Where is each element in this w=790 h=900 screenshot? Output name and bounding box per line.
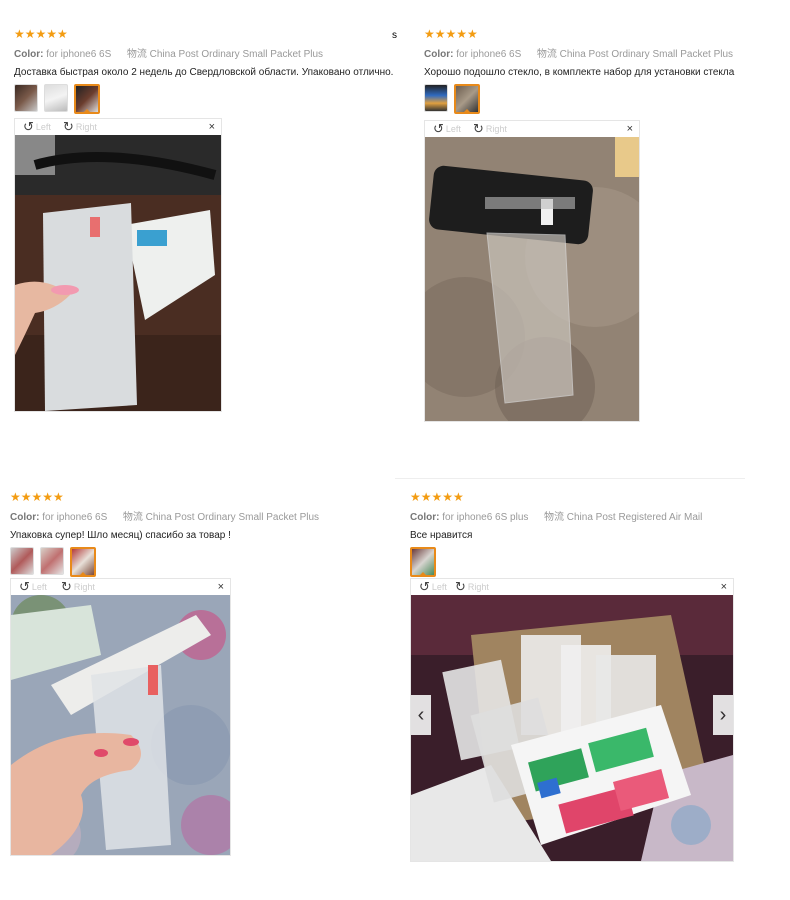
previous-image-button[interactable]: ‹ xyxy=(411,695,431,735)
review-card-4: ★★★★★ Color: for iphone6 6S plus 物流 Chin… xyxy=(410,491,702,577)
review-text: Доставка быстрая около 2 недель до Сверд… xyxy=(14,67,394,78)
rotate-left-label: Left xyxy=(445,123,461,134)
rotate-left-icon: ↺ xyxy=(433,121,444,136)
rotate-right-button[interactable]: ↻ Right xyxy=(61,580,95,593)
shipping-method: China Post Registered Air Mail xyxy=(566,512,703,523)
rotate-right-icon: ↻ xyxy=(61,579,72,594)
rotate-left-label: Left xyxy=(35,121,51,132)
viewer-toolbar: ↺ Left ↻ Right × xyxy=(11,579,230,595)
rotate-left-label: Left xyxy=(431,581,447,592)
color-label: Color: xyxy=(14,49,44,60)
review-text: Хорошо подошло стекло, в комплекте набор… xyxy=(424,67,735,78)
star-rating: ★★★★★ xyxy=(424,27,478,41)
shipping-method: China Post Ordinary Small Packet Plus xyxy=(145,512,320,523)
image-viewer: ↺ Left ↻ Right × xyxy=(424,120,640,422)
review-thumbnail[interactable] xyxy=(10,547,34,575)
shipping-prefix: 物流 xyxy=(543,512,564,523)
image-viewer: ↺ Left ↻ Right × xyxy=(410,578,734,862)
color-label: Color: xyxy=(10,512,40,523)
rotate-right-icon: ↻ xyxy=(473,121,484,136)
review-thumbnails xyxy=(10,547,319,577)
image-viewer: ↺ Left ↻ Right × xyxy=(14,118,222,412)
rotate-left-icon: ↺ xyxy=(419,579,430,594)
close-icon[interactable]: × xyxy=(721,581,727,593)
star-rating: ★★★★★ xyxy=(10,490,64,504)
divider xyxy=(395,478,745,479)
review-meta: Color: for iphone6 6S 物流 China Post Ordi… xyxy=(424,45,734,60)
shipping-method: China Post Ordinary Small Packet Plus xyxy=(559,49,734,60)
review-thumbnail-selected[interactable] xyxy=(410,547,436,577)
rotate-left-label: Left xyxy=(31,581,47,592)
viewer-toolbar: ↺ Left ↻ Right × xyxy=(425,121,639,137)
rotate-right-label: Right xyxy=(485,123,507,134)
review-meta: Color: for iphone6 6S 物流 China Post Ordi… xyxy=(10,508,319,523)
review-thumbnail[interactable] xyxy=(40,547,64,575)
rotate-left-button[interactable]: ↺ Left xyxy=(433,122,461,135)
color-value: for iphone6 6S xyxy=(456,49,522,60)
review-card-2: ★★★★★ Color: for iphone6 6S 物流 China Pos… xyxy=(424,28,734,114)
review-thumbnails xyxy=(424,84,734,114)
close-icon[interactable]: × xyxy=(218,581,224,593)
review-photo: ‹ › xyxy=(411,595,733,861)
rotate-right-button[interactable]: ↻ Right xyxy=(473,122,507,135)
star-rating: ★★★★★ xyxy=(410,490,464,504)
color-value: for iphone6 6S xyxy=(46,49,112,60)
chevron-right-icon: › xyxy=(719,703,727,726)
review-card-3: ★★★★★ Color: for iphone6 6S 物流 China Pos… xyxy=(10,491,319,577)
rotate-right-button[interactable]: ↻ Right xyxy=(63,120,97,133)
rotate-right-button[interactable]: ↻ Right xyxy=(455,580,489,593)
rotate-left-icon: ↺ xyxy=(19,579,30,594)
shipping-method: China Post Ordinary Small Packet Plus xyxy=(149,49,324,60)
rotate-left-icon: ↺ xyxy=(23,119,34,134)
rotate-left-button[interactable]: ↺ Left xyxy=(23,120,51,133)
close-icon[interactable]: × xyxy=(209,121,215,133)
shipping-prefix: 物流 xyxy=(122,512,143,523)
viewer-toolbar: ↺ Left ↻ Right × xyxy=(411,579,733,595)
chevron-left-icon: ‹ xyxy=(417,703,425,726)
color-label: Color: xyxy=(410,512,440,523)
rotate-right-label: Right xyxy=(467,581,489,592)
color-label: Color: xyxy=(424,49,454,60)
rotate-right-icon: ↻ xyxy=(63,119,74,134)
color-value: for iphone6 6S xyxy=(42,512,108,523)
review-thumbnail[interactable] xyxy=(424,84,448,112)
image-viewer: ↺ Left ↻ Right × xyxy=(10,578,231,856)
viewer-toolbar: ↺ Left ↻ Right × xyxy=(15,119,221,135)
review-thumbnail-selected[interactable] xyxy=(74,84,100,114)
review-photo xyxy=(425,137,639,421)
review-card-1: ★★★★★ Color: for iphone6 6S 物流 China Pos… xyxy=(14,28,393,114)
rotate-right-icon: ↻ xyxy=(455,579,466,594)
review-meta: Color: for iphone6 6S 物流 China Post Ordi… xyxy=(14,45,393,60)
close-icon[interactable]: × xyxy=(627,123,633,135)
review-thumbnails xyxy=(14,84,393,114)
rotate-left-button[interactable]: ↺ Left xyxy=(419,580,447,593)
rotate-right-label: Right xyxy=(75,121,97,132)
next-image-button[interactable]: › xyxy=(713,695,733,735)
review-thumbnail-selected[interactable] xyxy=(70,547,96,577)
rotate-left-button[interactable]: ↺ Left xyxy=(19,580,47,593)
review-thumbnail[interactable] xyxy=(44,84,68,112)
color-value: for iphone6 6S plus xyxy=(442,512,529,523)
review-thumbnail[interactable] xyxy=(14,84,38,112)
review-meta: Color: for iphone6 6S plus 物流 China Post… xyxy=(410,508,702,523)
rotate-right-label: Right xyxy=(73,581,95,592)
review-thumbnail-selected[interactable] xyxy=(454,84,480,114)
star-rating: ★★★★★ xyxy=(14,27,68,41)
shipping-prefix: 物流 xyxy=(536,49,557,60)
review-text: Все нравится xyxy=(410,530,473,541)
shipping-prefix: 物流 xyxy=(126,49,147,60)
review-photo xyxy=(15,135,221,411)
review-photo xyxy=(11,595,230,855)
review-text: Упаковка супер! Шло месяц) спасибо за то… xyxy=(10,530,231,541)
review-thumbnails xyxy=(410,547,702,577)
